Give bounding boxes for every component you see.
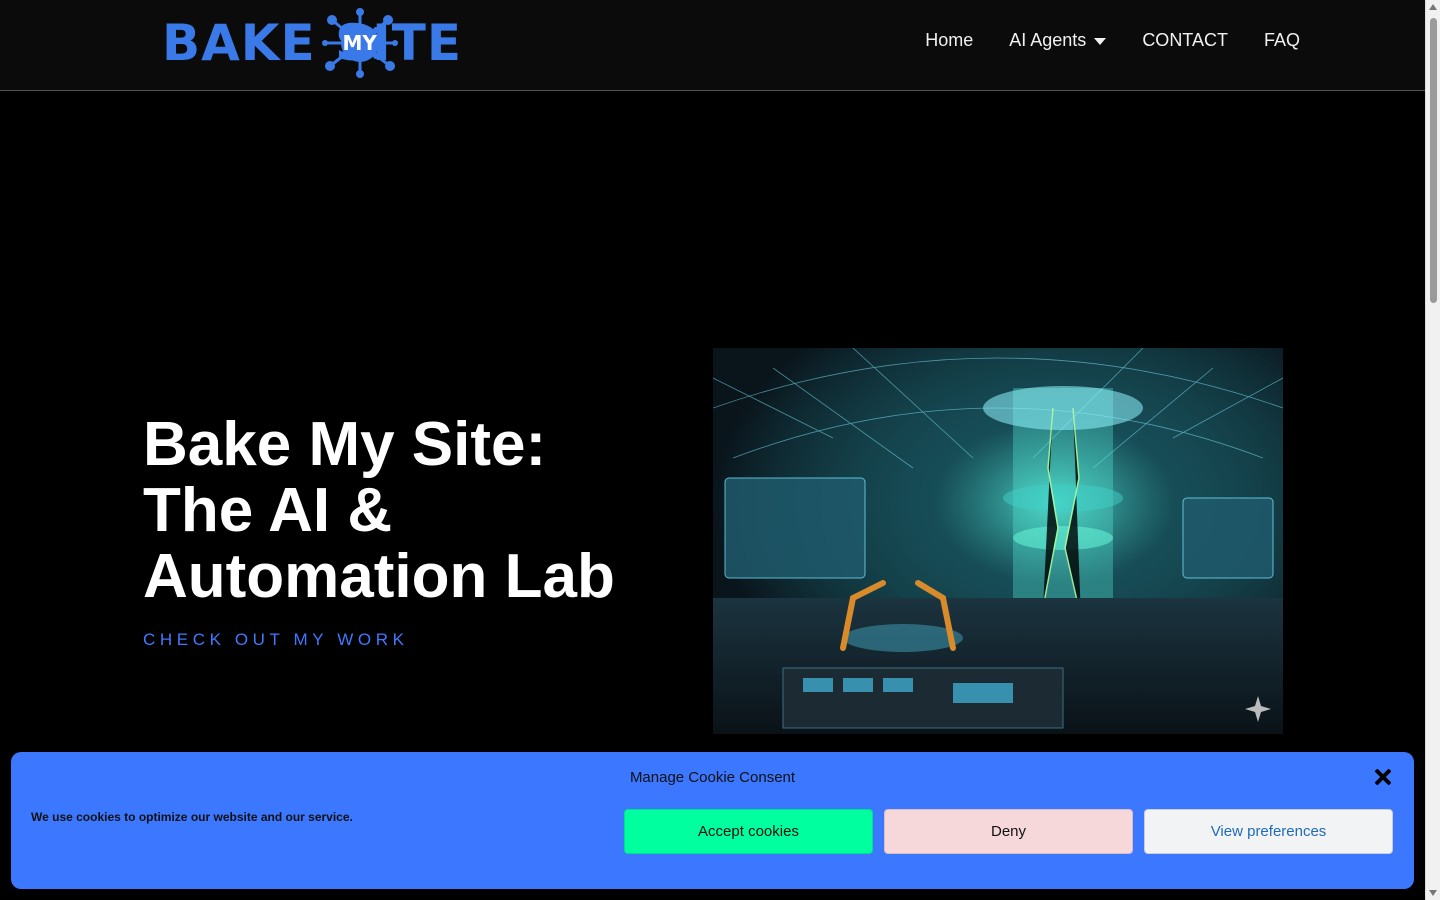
nav-ai-agents[interactable]: AI Agents <box>1009 30 1107 51</box>
close-icon[interactable] <box>1372 766 1394 788</box>
page-scrollbar[interactable] <box>1425 0 1440 900</box>
cookie-banner-title: Manage Cookie Consent <box>629 769 796 786</box>
view-preferences-button[interactable]: View preferences <box>1144 809 1393 854</box>
cookie-consent-banner: Manage Cookie Consent We use cookies to … <box>11 752 1414 889</box>
main-nav: Home AI Agents CONTACT FAQ <box>925 30 1300 51</box>
hero-title-line-2: The AI & <box>143 476 393 545</box>
nav-home-label: Home <box>925 30 974 50</box>
nav-contact-label: CONTACT <box>1142 30 1228 50</box>
hero-title: Bake My Site: The AI & Automation Lab <box>143 412 663 610</box>
logo-network-icon: MY <box>321 8 398 78</box>
deny-cookies-button[interactable]: Deny <box>884 809 1133 854</box>
hero-title-line-3: Automation Lab <box>143 542 615 611</box>
scroll-down-arrow-icon[interactable] <box>1429 890 1437 896</box>
nav-faq-label: FAQ <box>1263 30 1300 50</box>
site-header: BAKE MY SITE Home AI Agents CONTACT FAQ <box>0 0 1425 91</box>
hero-title-line-1: Bake My Site: <box>143 410 547 479</box>
site-logo[interactable]: BAKE MY SITE <box>162 8 462 78</box>
nav-home[interactable]: Home <box>925 30 973 51</box>
sparkle-icon <box>1245 696 1271 722</box>
cookie-message: We use cookies to optimize our website a… <box>31 810 353 824</box>
logo-word-bake: BAKE <box>162 14 316 72</box>
hero-image-ai-lab <box>713 348 1283 734</box>
chevron-down-icon <box>1094 38 1107 45</box>
nav-ai-agents-label: AI Agents <box>1009 30 1087 50</box>
scrollbar-thumb[interactable] <box>1430 18 1437 303</box>
nav-faq[interactable]: FAQ <box>1264 30 1300 51</box>
logo-word-my: MY <box>342 31 377 55</box>
accept-cookies-button[interactable]: Accept cookies <box>624 809 873 854</box>
check-out-work-link[interactable]: CHECK OUT MY WORK <box>143 630 409 650</box>
nav-contact[interactable]: CONTACT <box>1142 30 1228 51</box>
scroll-up-arrow-icon[interactable] <box>1429 4 1437 10</box>
